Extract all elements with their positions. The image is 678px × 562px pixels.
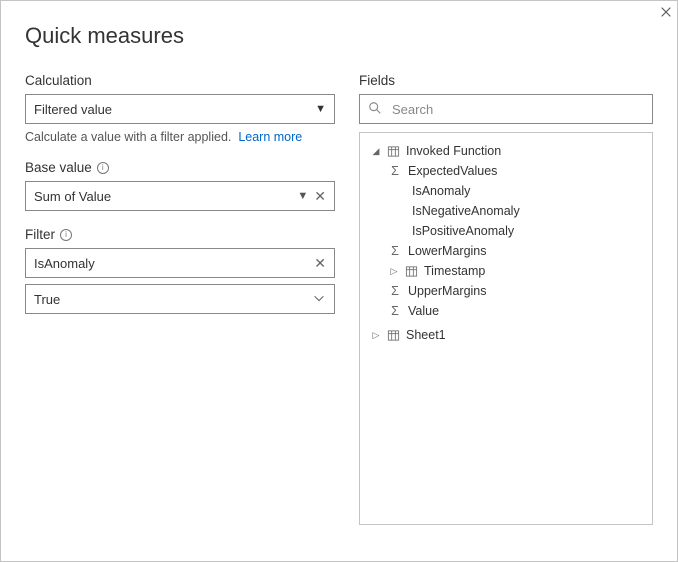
dialog-title: Quick measures — [1, 1, 677, 57]
fields-search[interactable] — [359, 94, 653, 124]
left-panel: Calculation Filtered value ▼ Calculate a… — [25, 57, 335, 525]
info-icon[interactable]: i — [97, 162, 109, 174]
collapse-icon[interactable]: ◢ — [370, 146, 382, 157]
clear-base-value-icon[interactable]: ✕ — [314, 189, 326, 203]
sigma-icon: Σ — [388, 284, 402, 298]
tree-table-invoked-function[interactable]: ◢ Invoked Function — [366, 141, 646, 161]
fields-tree: ◢ Invoked Function Σ ExpectedValues IsAn… — [359, 132, 653, 525]
table-icon — [404, 264, 418, 278]
filter-value-text: True — [34, 292, 60, 307]
expand-icon[interactable]: ▷ — [388, 266, 400, 277]
tree-field-expectedvalues[interactable]: Σ ExpectedValues — [366, 161, 646, 181]
calculation-dropdown[interactable]: Filtered value ▼ — [25, 94, 335, 124]
table-icon — [386, 328, 400, 342]
info-icon[interactable]: i — [60, 229, 72, 241]
calculation-label: Calculation — [25, 73, 335, 88]
sigma-icon: Σ — [388, 164, 402, 178]
quick-measures-dialog: Quick measures Calculation Filtered valu… — [0, 0, 678, 562]
right-panel: Fields ◢ Invoked Function Σ ExpectedValu… — [359, 57, 653, 525]
tree-field-value[interactable]: Σ Value — [366, 301, 646, 321]
filter-field[interactable]: IsAnomaly ✕ — [25, 248, 335, 278]
filter-value-select[interactable]: True — [25, 284, 335, 314]
base-value-text: Sum of Value — [34, 189, 111, 204]
base-value-label: Base value i — [25, 160, 335, 175]
tree-field-isanomaly[interactable]: IsAnomaly — [366, 181, 646, 201]
chevron-down-icon — [312, 291, 326, 308]
search-icon — [368, 101, 382, 118]
learn-more-link[interactable]: Learn more — [238, 130, 302, 144]
calculation-help: Calculate a value with a filter applied.… — [25, 130, 335, 144]
sigma-icon: Σ — [388, 244, 402, 258]
expand-icon[interactable]: ▷ — [370, 330, 382, 341]
caret-down-icon: ▼ — [315, 103, 326, 115]
clear-filter-field-icon[interactable]: ✕ — [314, 256, 326, 270]
tree-field-isnegativeanomaly[interactable]: IsNegativeAnomaly — [366, 201, 646, 221]
fields-search-input[interactable] — [390, 101, 644, 118]
tree-field-ispositiveanomaly[interactable]: IsPositiveAnomaly — [366, 221, 646, 241]
tree-field-lowermargins[interactable]: Σ LowerMargins — [366, 241, 646, 261]
filter-label: Filter i — [25, 227, 335, 242]
sigma-icon: Σ — [388, 304, 402, 318]
base-value-field[interactable]: Sum of Value ▼ ✕ — [25, 181, 335, 211]
filter-field-text: IsAnomaly — [34, 256, 95, 271]
table-icon — [386, 144, 400, 158]
caret-down-icon[interactable]: ▼ — [297, 190, 308, 202]
calculation-value: Filtered value — [34, 102, 112, 117]
tree-table-sheet1[interactable]: ▷ Sheet1 — [366, 325, 646, 345]
tree-field-timestamp[interactable]: ▷ Timestamp — [366, 261, 646, 281]
close-button[interactable] — [657, 3, 675, 21]
fields-label: Fields — [359, 73, 653, 88]
tree-field-uppermargins[interactable]: Σ UpperMargins — [366, 281, 646, 301]
